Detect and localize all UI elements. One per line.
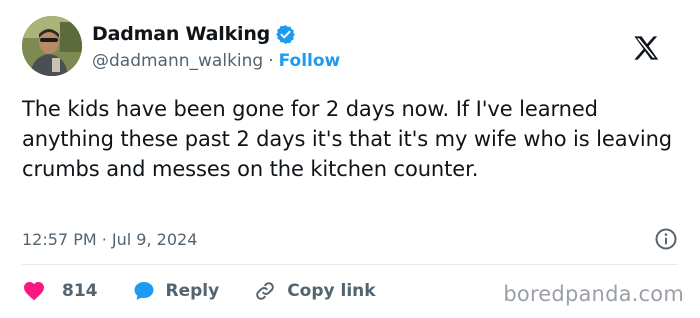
reply-button[interactable]: Reply: [132, 279, 220, 303]
reply-label: Reply: [165, 281, 220, 301]
like-count: 814: [62, 281, 98, 301]
action-bar: 814 Reply Copy link: [22, 276, 410, 306]
display-name[interactable]: Dadman Walking: [92, 23, 270, 45]
copy-link-button[interactable]: Copy link: [253, 279, 376, 303]
author-handle[interactable]: @dadmann_walking: [92, 51, 263, 71]
tweet-meta: 12:57 PM · Jul 9, 2024: [22, 226, 678, 252]
divider: [22, 264, 678, 265]
follow-button[interactable]: Follow: [279, 51, 341, 71]
speech-bubble-icon: [134, 282, 153, 300]
timestamp[interactable]: 12:57 PM · Jul 9, 2024: [22, 230, 197, 249]
verified-badge-icon: [275, 24, 296, 45]
copy-link-label: Copy link: [287, 281, 376, 301]
x-logo-icon[interactable]: [632, 34, 660, 62]
name-row: Dadman Walking: [92, 22, 340, 46]
watermark: boredpanda.com: [503, 282, 684, 306]
info-icon[interactable]: [654, 227, 678, 251]
link-icon: [256, 282, 274, 300]
avatar[interactable]: [22, 16, 82, 76]
dot-separator: ·: [268, 51, 274, 71]
tweet-header: Dadman Walking @dadmann_walking · Follow: [22, 16, 682, 80]
handle-row: @dadmann_walking · Follow: [92, 50, 340, 72]
heart-icon: [24, 282, 44, 301]
like-button[interactable]: 814: [22, 279, 98, 303]
tweet-card: Dadman Walking @dadmann_walking · Follow…: [0, 0, 700, 318]
tweet-text: The kids have been gone for 2 days now. …: [22, 97, 673, 181]
author-block: Dadman Walking @dadmann_walking · Follow: [92, 22, 340, 72]
avatar-image: [22, 16, 82, 76]
